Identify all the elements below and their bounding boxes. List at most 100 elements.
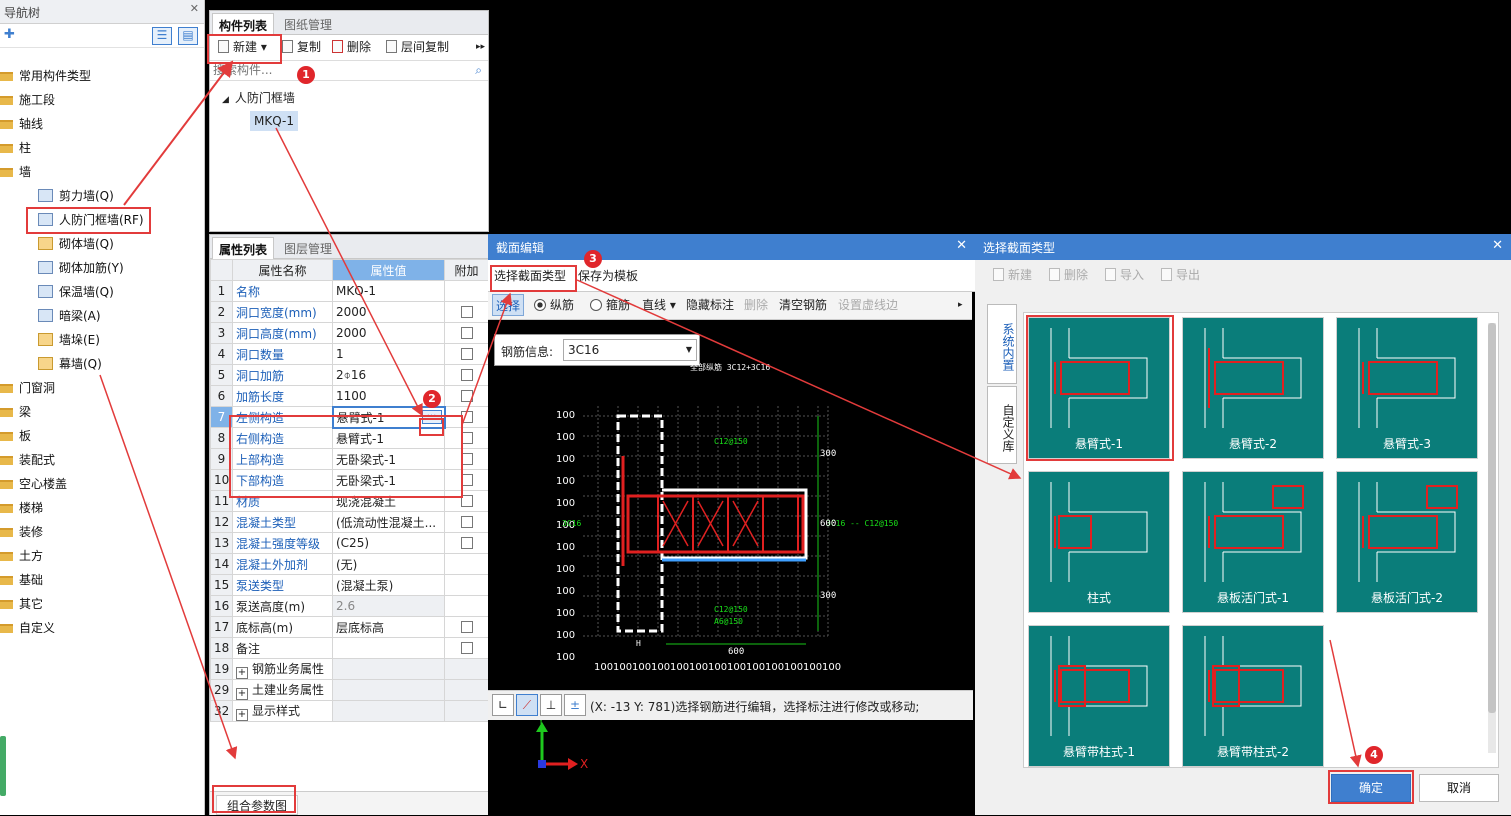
nav-item[interactable]: 砌体加筋(Y) (38, 258, 124, 278)
tab-property-list[interactable]: 属性列表 (212, 237, 275, 259)
list-view-icon[interactable]: ☰ (152, 27, 172, 45)
ortho-icon[interactable]: ∟ (492, 694, 514, 716)
import-button[interactable]: 导入 (1105, 263, 1144, 287)
nav-item[interactable]: 门窗洞 (0, 378, 55, 398)
nav-item[interactable]: 幕墙(Q) (38, 354, 102, 374)
section-cad-canvas[interactable]: 100100100100100100100100100100100100 100… (488, 326, 975, 690)
nav-item[interactable]: 轴线 (0, 114, 43, 134)
floor-copy-button[interactable]: 层间复制 (386, 35, 449, 59)
section-card[interactable]: 悬板活门式-2 (1336, 471, 1478, 613)
expand-icon[interactable]: + (236, 687, 248, 700)
clear-rebar-button[interactable]: 清空钢筋 (779, 294, 827, 318)
stirrup-radio[interactable]: 箍筋 (590, 294, 630, 318)
property-value[interactable] (332, 679, 445, 701)
nav-item[interactable]: 楼梯 (0, 498, 43, 518)
more-icon[interactable]: ▸ (958, 294, 963, 318)
scrollbar[interactable] (1488, 323, 1496, 753)
search-icon[interactable]: ⌕ (475, 63, 482, 78)
nav-item[interactable]: 施工段 (0, 90, 55, 110)
table-row[interactable]: 15 泵送类型 (混凝土泵) (210, 574, 489, 596)
table-row[interactable]: 5 洞口加筋 2⌽16 (210, 364, 489, 386)
nav-item[interactable]: 装修 (0, 522, 43, 542)
dim-tool-icon[interactable]: ± (564, 694, 586, 716)
nav-item[interactable]: 暗梁(A) (38, 306, 101, 326)
property-value[interactable]: (低流动性混凝土... (332, 511, 445, 533)
table-row[interactable]: 2 洞口宽度(mm) 2000 (210, 301, 489, 323)
scrollbar-thumb[interactable] (1488, 323, 1496, 713)
close-icon[interactable]: ✕ (190, 2, 199, 15)
panel-view-icon[interactable]: ▤ (178, 27, 198, 45)
nav-item[interactable]: 保温墙(Q) (38, 282, 114, 302)
checkbox[interactable] (460, 348, 473, 360)
snap-icon[interactable]: ⟋ (516, 694, 538, 716)
checkbox[interactable] (460, 642, 473, 654)
new-button[interactable]: 新建 (993, 263, 1032, 287)
property-value[interactable]: 层底标高 (332, 616, 445, 638)
property-value[interactable]: MKQ-1 (332, 280, 445, 302)
nav-item[interactable]: 板 (0, 426, 31, 446)
nav-item[interactable]: 剪力墙(Q) (38, 186, 114, 206)
expand-icon[interactable]: ◢ (222, 95, 229, 105)
nav-item[interactable]: 基础 (0, 570, 43, 590)
section-card[interactable]: 悬臂式-3 (1336, 317, 1478, 459)
property-value[interactable] (332, 637, 445, 659)
property-value[interactable]: 2.6 (332, 595, 445, 617)
table-row[interactable]: 32 + 显示样式 (210, 700, 489, 722)
property-value[interactable] (332, 700, 445, 722)
nav-item[interactable]: 装配式 (0, 450, 55, 470)
tab-drawing-manage[interactable]: 图纸管理 (278, 13, 338, 35)
custom-library-tab[interactable]: 自定义库 (987, 386, 1017, 464)
section-card[interactable]: 悬臂式-2 (1182, 317, 1324, 459)
delete-button[interactable]: 删除 (1049, 263, 1088, 287)
property-value[interactable] (332, 658, 445, 680)
section-card[interactable]: 悬臂带柱式-2 (1182, 625, 1324, 767)
property-value[interactable]: (混凝土泵) (332, 574, 445, 596)
table-row[interactable]: 19 + 钢筋业务属性 (210, 658, 489, 680)
checkbox[interactable] (460, 390, 473, 402)
perp-icon[interactable]: ⊥ (540, 694, 562, 716)
close-icon[interactable]: ✕ (1492, 238, 1503, 253)
table-row[interactable]: 29 + 土建业务属性 (210, 679, 489, 701)
tab-layer-manage[interactable]: 图层管理 (278, 237, 338, 259)
nav-item[interactable]: 柱 (0, 138, 31, 158)
nav-item[interactable]: 土方 (0, 546, 43, 566)
table-row[interactable]: 3 洞口高度(mm) 2000 (210, 322, 489, 344)
table-row[interactable]: 18 备注 (210, 637, 489, 659)
line-tool-button[interactable]: 直线 ▾ (642, 294, 676, 318)
export-button[interactable]: 导出 (1161, 263, 1200, 287)
system-builtin-tab[interactable]: 系统内置 (987, 304, 1017, 384)
table-row[interactable]: 12 混凝土类型 (低流动性混凝土... (210, 511, 489, 533)
checkbox[interactable] (460, 537, 473, 549)
tree-item-mkq[interactable]: MKQ-1 (250, 111, 298, 131)
close-icon[interactable]: ✕ (956, 238, 967, 253)
nav-item[interactable]: 常用构件类型 (0, 66, 91, 86)
delete-tool-button[interactable]: 删除 (744, 294, 768, 318)
nav-item[interactable]: 墙垛(E) (38, 330, 100, 350)
property-value[interactable]: 2⌽16 (332, 364, 445, 386)
side-handle[interactable] (0, 736, 6, 796)
nav-item[interactable]: 墙 (0, 162, 31, 182)
table-row[interactable]: 16 泵送高度(m) 2.6 (210, 595, 489, 617)
property-value[interactable]: 1 (332, 343, 445, 365)
hide-annotation-button[interactable]: 隐藏标注 (686, 294, 734, 318)
checkbox[interactable] (460, 369, 473, 381)
nav-item[interactable]: 其它 (0, 594, 43, 614)
checkbox[interactable] (460, 327, 473, 339)
dash-edge-button[interactable]: 设置虚线边 (838, 294, 898, 318)
more-icon[interactable]: ▸▸ (476, 35, 485, 59)
nav-item[interactable]: 砌体墙(Q) (38, 234, 114, 254)
table-row[interactable]: 14 混凝土外加剂 (无) (210, 553, 489, 575)
nav-item[interactable]: 梁 (0, 402, 31, 422)
add-icon[interactable]: ✚ (4, 27, 15, 42)
table-row[interactable]: 6 加筋长度 1100 (210, 385, 489, 407)
section-card[interactable]: 悬板活门式-1 (1182, 471, 1324, 613)
checkbox[interactable] (460, 516, 473, 528)
property-value[interactable]: (无) (332, 553, 445, 575)
checkbox[interactable] (460, 621, 473, 633)
tab-component-list[interactable]: 构件列表 (212, 13, 275, 35)
nav-item[interactable]: 空心楼盖 (0, 474, 67, 494)
save-template-tab[interactable]: 保存为模板 (578, 267, 638, 284)
long-rebar-radio[interactable]: 纵筋 (534, 294, 574, 318)
expand-icon[interactable]: + (236, 666, 248, 679)
delete-button[interactable]: 删除 (332, 35, 371, 59)
